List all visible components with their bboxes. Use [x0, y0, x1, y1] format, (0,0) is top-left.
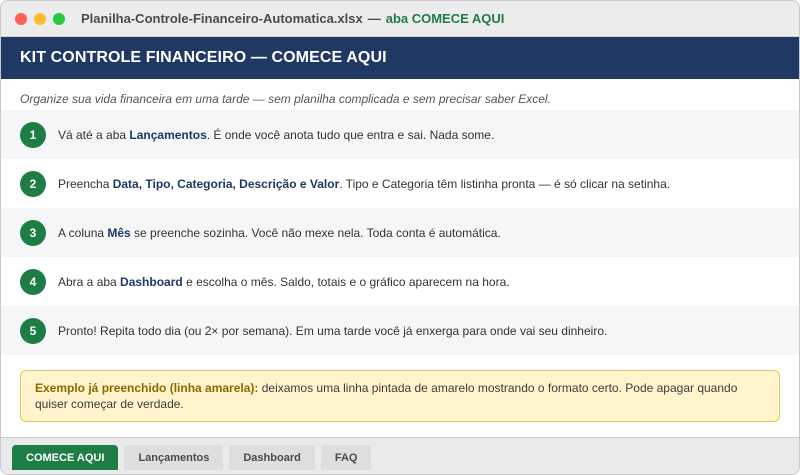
tab-dashboard[interactable]: Dashboard	[229, 445, 315, 470]
step-row: 4 Abra a aba Dashboard e escolha o mês. …	[1, 257, 799, 306]
maximize-window-button[interactable]	[53, 12, 65, 25]
window-title: Planilha-Controle-Financeiro-Automatica.…	[81, 11, 504, 26]
step-text: Pronto! Repita todo dia (ou 2× por seman…	[58, 323, 608, 338]
file-name: Planilha-Controle-Financeiro-Automatica.…	[81, 11, 363, 26]
step-number-badge: 2	[20, 170, 46, 197]
example-note-heading: Exemplo já preenchido (linha amarela):	[35, 381, 259, 395]
example-note: Exemplo já preenchido (linha amarela): d…	[20, 370, 780, 422]
title-bar: Planilha-Controle-Financeiro-Automatica.…	[1, 1, 799, 37]
page-title: KIT CONTROLE FINANCEIRO — COMECE AQUI	[20, 49, 387, 66]
step-row: 5 Pronto! Repita todo dia (ou 2× por sem…	[1, 306, 799, 355]
step-row: 1 Vá até a aba Lançamentos. É onde você …	[1, 110, 799, 159]
step-row: 3 A coluna Mês se preenche sozinha. Você…	[1, 208, 799, 257]
active-sheet-label: aba COMECE AQUI	[385, 11, 505, 26]
page-banner: KIT CONTROLE FINANCEIRO — COMECE AQUI	[1, 37, 799, 79]
step-row: 2 Preencha Data, Tipo, Categoria, Descri…	[1, 159, 799, 208]
tab-lancamentos[interactable]: Lançamentos	[124, 445, 224, 470]
title-separator: —	[367, 11, 381, 26]
app-window: Planilha-Controle-Financeiro-Automatica.…	[0, 0, 800, 475]
steps-list: 1 Vá até a aba Lançamentos. É onde você …	[1, 110, 799, 355]
step-text: Vá até a aba Lançamentos. É onde você an…	[58, 127, 495, 142]
step-text: Abra a aba Dashboard e escolha o mês. Sa…	[58, 274, 510, 289]
step-number-badge: 1	[20, 121, 46, 148]
step-number-badge: 5	[20, 317, 46, 344]
minimize-window-button[interactable]	[34, 12, 46, 25]
step-text: A coluna Mês se preenche sozinha. Você n…	[58, 225, 501, 240]
sheet-tab-bar: COMECE AQUI Lançamentos Dashboard FAQ	[1, 437, 799, 474]
intro-text: Organize sua vida financeira em uma tard…	[20, 92, 551, 106]
step-text: Preencha Data, Tipo, Categoria, Descriçã…	[58, 176, 671, 191]
step-number-badge: 3	[20, 219, 46, 246]
step-number-badge: 4	[20, 268, 46, 295]
close-window-button[interactable]	[15, 12, 27, 25]
window-controls	[15, 12, 65, 25]
tab-comece-aqui[interactable]: COMECE AQUI	[12, 445, 119, 470]
tab-faq[interactable]: FAQ	[320, 445, 372, 470]
